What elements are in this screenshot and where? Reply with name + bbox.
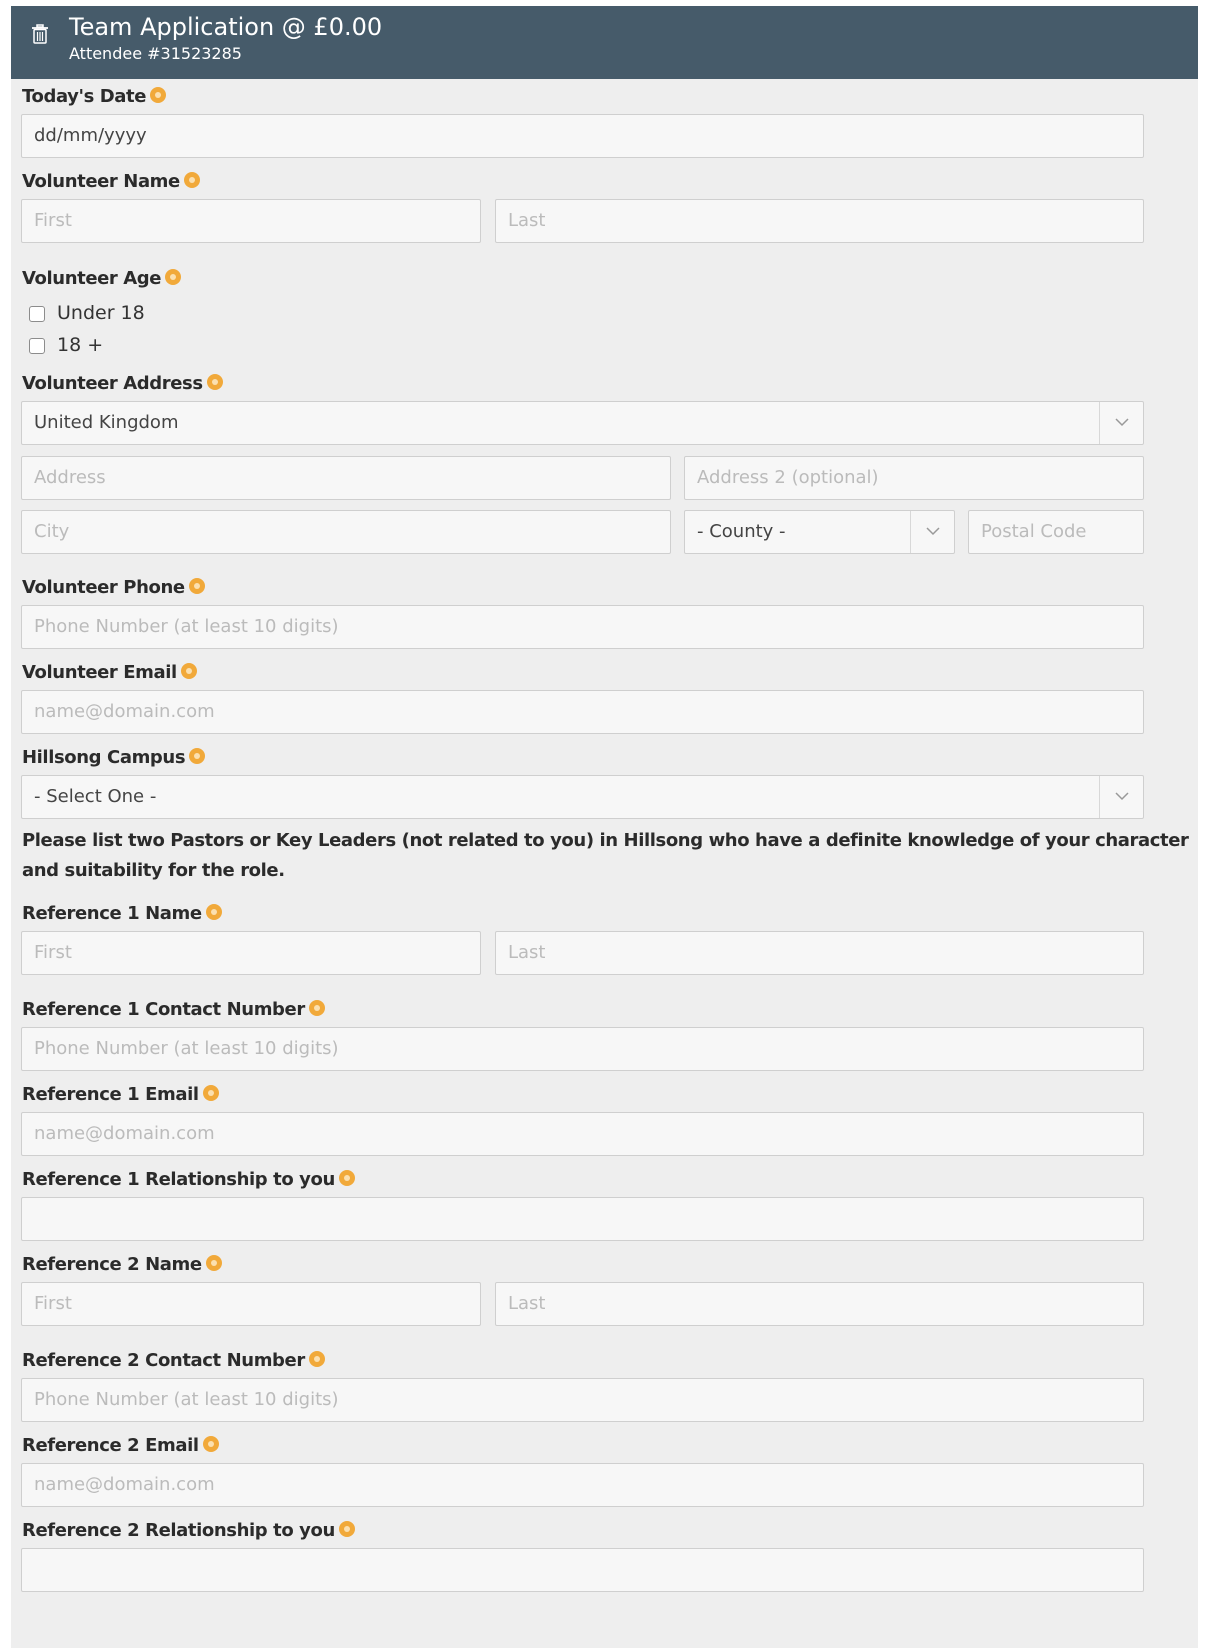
required-icon <box>308 1000 325 1016</box>
required-icon <box>183 172 200 188</box>
ref1-first-name-input[interactable]: First <box>21 931 481 975</box>
ref2-email-label: Reference 2 Email <box>22 1435 219 1457</box>
volunteer-name-label: Volunteer Name <box>22 171 200 193</box>
date-format-placeholder: dd/mm/yyyy <box>34 125 147 146</box>
county-select[interactable]: - County - <box>684 510 955 554</box>
attendee-title: Team Application @ £0.00 <box>69 13 383 41</box>
volunteer-first-name-input[interactable]: First <box>21 199 481 243</box>
required-icon <box>180 663 197 679</box>
required-icon <box>205 904 222 920</box>
ref2-name-label: Reference 2 Name <box>22 1254 222 1276</box>
postal-code-input[interactable]: Postal Code <box>968 510 1144 554</box>
required-icon <box>189 748 206 764</box>
ref2-relationship-input[interactable] <box>21 1548 1144 1592</box>
registration-panel: Team Application @ £0.00 Attendee #31523… <box>11 6 1198 1648</box>
ref2-email-input[interactable]: name@domain.com <box>21 1463 1144 1507</box>
county-value: - County - <box>697 521 786 542</box>
ref1-email-input[interactable]: name@domain.com <box>21 1112 1144 1156</box>
todays-date-input[interactable]: dd/mm/yyyy <box>21 114 1144 158</box>
ref2-first-name-input[interactable]: First <box>21 1282 481 1326</box>
volunteer-last-name-input[interactable]: Last <box>495 199 1144 243</box>
required-icon <box>338 1170 355 1186</box>
volunteer-email-label: Volunteer Email <box>22 662 197 684</box>
city-input[interactable]: City <box>21 510 671 554</box>
required-icon <box>202 1436 219 1452</box>
ref1-contact-label: Reference 1 Contact Number <box>22 999 325 1021</box>
volunteer-address-label: Volunteer Address <box>22 373 223 395</box>
campus-value: - Select One - <box>34 786 157 807</box>
required-icon <box>206 374 223 390</box>
ref1-name-label: Reference 1 Name <box>22 903 222 925</box>
18-plus-checkbox[interactable] <box>29 338 45 354</box>
ref1-contact-input[interactable]: Phone Number (at least 10 digits) <box>21 1027 1144 1071</box>
ref2-relationship-label: Reference 2 Relationship to you <box>22 1520 355 1542</box>
chevron-down-icon[interactable] <box>1099 776 1143 818</box>
ref2-last-name-input[interactable]: Last <box>495 1282 1144 1326</box>
required-icon <box>338 1521 355 1537</box>
references-instructions: Please list two Pastors or Key Leaders (… <box>22 830 1189 881</box>
required-icon <box>202 1085 219 1101</box>
hillsong-campus-select[interactable]: - Select One - <box>21 775 1144 819</box>
volunteer-age-label: Volunteer Age <box>22 268 182 290</box>
ref1-relationship-input[interactable] <box>21 1197 1144 1241</box>
ref1-relationship-label: Reference 1 Relationship to you <box>22 1169 355 1191</box>
ref1-last-name-input[interactable]: Last <box>495 931 1144 975</box>
todays-date-label: Today's Date <box>22 86 167 108</box>
address-input[interactable]: Address <box>21 456 671 500</box>
attendee-header: Team Application @ £0.00 Attendee #31523… <box>11 6 1198 79</box>
required-icon <box>308 1351 325 1367</box>
volunteer-phone-input[interactable]: Phone Number (at least 10 digits) <box>21 605 1144 649</box>
volunteer-phone-label: Volunteer Phone <box>22 577 205 599</box>
required-icon <box>188 578 205 594</box>
volunteer-email-input[interactable]: name@domain.com <box>21 690 1144 734</box>
country-value: United Kingdom <box>34 412 179 433</box>
attendee-number: Attendee #31523285 <box>69 44 242 63</box>
ref1-email-label: Reference 1 Email <box>22 1084 219 1106</box>
ref2-contact-label: Reference 2 Contact Number <box>22 1350 325 1372</box>
required-icon <box>150 87 167 103</box>
chevron-down-icon[interactable] <box>1099 402 1143 444</box>
required-icon <box>205 1255 222 1271</box>
ref2-contact-input[interactable]: Phone Number (at least 10 digits) <box>21 1378 1144 1422</box>
chevron-down-icon[interactable] <box>910 511 954 553</box>
under-18-checkbox[interactable] <box>29 306 45 322</box>
address2-input[interactable]: Address 2 (optional) <box>684 456 1144 500</box>
trash-icon[interactable] <box>31 22 49 46</box>
hillsong-campus-label: Hillsong Campus <box>22 747 206 769</box>
country-select[interactable]: United Kingdom <box>21 401 1144 445</box>
required-icon <box>165 269 182 285</box>
